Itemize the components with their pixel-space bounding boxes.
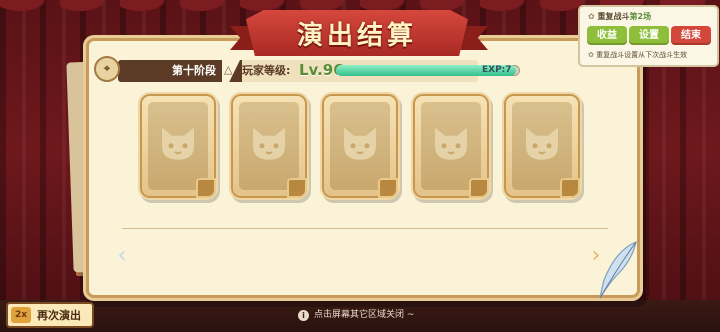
reward-card[interactable] (142, 96, 216, 198)
replay-label: 再次演出 (37, 309, 81, 322)
player-level-label: 玩家等级: (242, 64, 291, 77)
card-corner-ornament (560, 178, 580, 198)
repeat-battle-note: ✿ 重复战斗设置从下次战斗生效 (588, 49, 687, 61)
title-ribbon: 演出结算 (246, 10, 468, 56)
reward-card[interactable] (233, 96, 307, 198)
card-corner-ornament (287, 178, 307, 198)
card-face (330, 102, 390, 190)
settings-button[interactable]: 设置 (629, 26, 669, 45)
gear-icon: ✿ (588, 51, 594, 59)
card-face (512, 102, 572, 190)
card-face (421, 102, 481, 190)
chevron-left-icon[interactable]: ‹ (114, 244, 130, 268)
close-hint: i 点击屏幕其它区域关闭 ~ (298, 308, 414, 322)
triangle-icon: △ (224, 63, 233, 76)
card-corner-ornament (469, 178, 489, 198)
end-button[interactable]: 结束 (671, 26, 711, 45)
close-hint-text: 点击屏幕其它区域关闭 ~ (314, 310, 415, 320)
cat-emblem-icon (344, 127, 376, 160)
cat-emblem-icon (253, 127, 285, 160)
panel-divider (122, 228, 608, 229)
card-corner-ornament (378, 178, 398, 198)
repeat-battle-count: 第2场 (629, 12, 652, 21)
cat-emblem-icon (162, 127, 194, 160)
exp-label: EXP:7 (482, 65, 512, 75)
page-title: 演出结算 (296, 20, 417, 51)
repeat-battle-note-text: 重复战斗设置从下次战斗生效 (596, 51, 688, 59)
replay-icon: 2x (11, 307, 31, 323)
repeat-battle-popup: ✿ 重复战斗第2场 收益 设置 结束 ✿ 重复战斗设置从下次战斗生效 (578, 5, 719, 67)
gear-icon: ✿ (588, 12, 595, 21)
card-corner-ornament (196, 178, 216, 198)
reward-card[interactable] (415, 96, 489, 198)
earnings-button[interactable]: 收益 (587, 26, 627, 45)
cat-emblem-icon (526, 127, 558, 160)
card-face (239, 102, 299, 190)
reward-card[interactable] (506, 96, 580, 198)
stage-label: 第十阶段 (172, 64, 216, 77)
reward-card[interactable] (324, 96, 398, 198)
quill-feather-icon (599, 241, 637, 299)
repeat-battle-title: ✿ 重复战斗第2场 (588, 11, 651, 23)
info-icon: i (298, 309, 309, 321)
card-face (148, 102, 208, 190)
location-pin-icon: ⌖ (94, 56, 120, 82)
cat-emblem-icon (435, 127, 467, 160)
replay-button[interactable]: 2x 再次演出 (6, 302, 94, 328)
repeat-battle-title-prefix: 重复战斗 (597, 12, 630, 21)
